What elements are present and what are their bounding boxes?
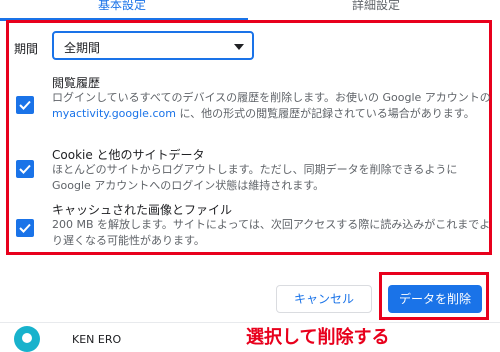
avatar-mark (22, 333, 32, 343)
cookies-title: Cookie と他のサイトデータ (52, 148, 205, 162)
tab-basic[interactable]: 基本設定 (98, 0, 146, 13)
check-icon (19, 223, 31, 233)
cookies-checkbox[interactable] (16, 160, 34, 178)
chevron-down-icon (234, 44, 244, 50)
myactivity-link[interactable]: myactivity.google.com (52, 107, 176, 120)
period-value: 全期間 (64, 41, 101, 55)
check-icon (19, 100, 31, 110)
cancel-button[interactable]: キャンセル (276, 285, 372, 313)
tab-bar: 基本設定 詳細設定 (0, 0, 500, 22)
tab-advanced[interactable]: 詳細設定 (352, 0, 400, 13)
browsing-history-desc-text: ログインしているすべてのデバイスの履歴を削除します。お使いの Google アカ… (52, 91, 491, 104)
cache-description: 200 MB を解放します。サイトによっては、次回アクセスする際に読み込みがこれ… (52, 218, 491, 247)
cache-checkbox[interactable] (16, 219, 34, 237)
period-label: 期間 (14, 42, 39, 56)
check-icon (19, 164, 31, 174)
account-name: KEN ERO (72, 333, 122, 346)
avatar (14, 326, 40, 352)
annotation-text: 選択して削除する (246, 327, 390, 348)
browsing-history-description: ログインしているすべてのデバイスの履歴を削除します。お使いの Google アカ… (52, 90, 492, 122)
browsing-history-desc-text-2: に、他の形式の閲覧履歴が記録されている場合があります。 (175, 107, 475, 120)
browsing-history-checkbox[interactable] (16, 96, 34, 114)
browsing-history-title: 閲覧履歴 (52, 76, 101, 90)
delete-data-button[interactable]: データを削除 (388, 285, 482, 313)
cache-title: キャッシュされた画像とファイル (52, 203, 233, 217)
cookies-description: ほとんどのサイトからログアウトします。ただし、同期データを削除できるように Go… (52, 163, 458, 192)
period-select[interactable]: 全期間 (52, 31, 254, 60)
